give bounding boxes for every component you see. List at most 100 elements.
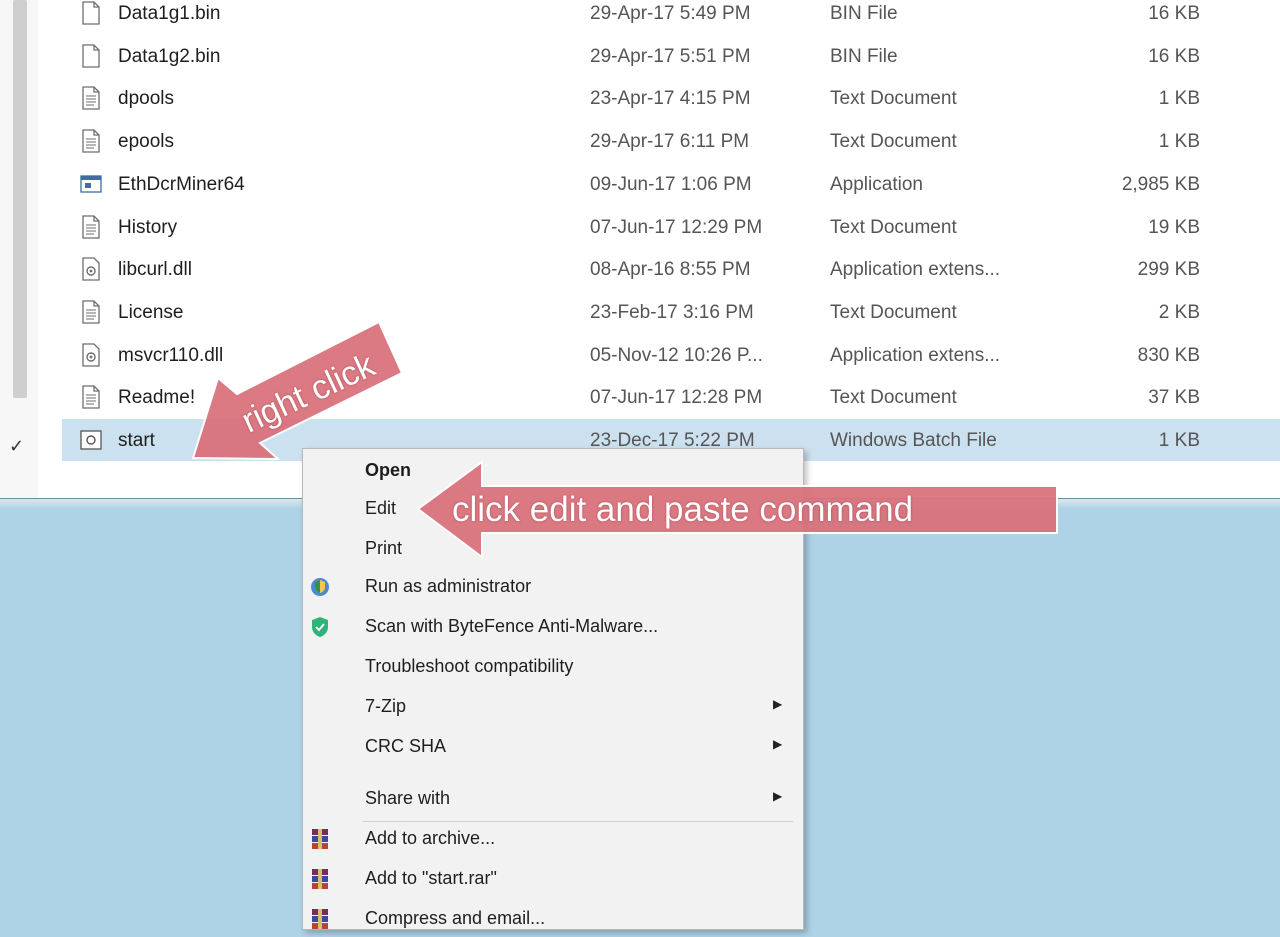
file-row[interactable]: EthDcrMiner64 09-Jun-17 1:06 PM Applicatio… <box>62 163 1280 205</box>
file-type: Text Document <box>830 88 957 110</box>
text-file-icon <box>80 214 100 239</box>
winrar-archive-icon <box>309 907 331 929</box>
submenu-arrow-icon: ▶ <box>773 697 783 711</box>
blank-file-icon <box>80 44 100 68</box>
file-type: Text Document <box>830 216 957 238</box>
menu-item-run-as-administrator[interactable]: Run as administrator <box>303 567 803 605</box>
dll-file-icon <box>80 257 100 281</box>
winrar-archive-icon <box>309 867 331 889</box>
menu-item-label: Add to "start.rar" <box>365 868 497 888</box>
menu-separator <box>363 821 793 822</box>
file-type: Windows Batch File <box>830 430 997 451</box>
file-date-modified: 29-Apr-17 5:49 PM <box>590 3 751 24</box>
menu-item-label: Edit <box>365 498 397 518</box>
file-date-modified: 07-Jun-17 12:28 PM <box>590 387 763 409</box>
file-name: Data1g1.bin <box>118 3 221 24</box>
file-size: 830 KB <box>1137 344 1200 366</box>
file-name: History <box>118 216 178 238</box>
file-name: Data1g2.bin <box>118 45 221 67</box>
file-row[interactable]: License 23-Feb-17 3:16 PM Text Document 2 K… <box>62 291 1280 333</box>
file-size: 37 KB <box>1148 387 1200 409</box>
menu-item-compress-and-email[interactable]: Compress and email... <box>303 899 803 937</box>
menu-item-7-zip[interactable]: 7-Zip ▶ <box>303 687 803 725</box>
application-icon <box>80 172 102 196</box>
file-type: Application extens... <box>830 344 1001 366</box>
file-type: Text Document <box>830 131 957 153</box>
text-file-icon <box>80 385 100 409</box>
edit-annotation: click edit and paste command <box>452 490 914 529</box>
file-row[interactable]: History 07-Jun-17 12:29 PM Text Document 19… <box>62 206 1280 248</box>
file-date-modified: 23-Feb-17 3:16 PM <box>590 301 754 323</box>
file-date-modified: 23-Apr-17 4:15 PM <box>590 88 751 110</box>
shield-icon <box>309 575 331 597</box>
file-size: 16 KB <box>1148 45 1200 67</box>
menu-item-label: Share with <box>365 788 451 808</box>
file-size: 2,985 KB <box>1121 173 1200 195</box>
file-size: 16 KB <box>1148 3 1200 24</box>
file-size: 1 KB <box>1158 131 1200 153</box>
file-date-modified: 08-Apr-16 8:55 PM <box>590 259 751 281</box>
file-date-modified: 09-Jun-17 1:06 PM <box>590 173 752 195</box>
file-type: Text Document <box>830 301 957 323</box>
file-type: BIN File <box>830 45 898 67</box>
file-name: dpools <box>118 88 174 110</box>
file-row[interactable]: msvcr110.dll 05-Nov-12 10:26 P... Applicat… <box>62 334 1280 376</box>
file-type: Application extens... <box>830 259 1001 281</box>
file-size: 1 KB <box>1158 88 1200 110</box>
file-size: 2 KB <box>1158 301 1200 323</box>
text-file-icon <box>80 300 100 324</box>
text-file-icon <box>80 129 100 153</box>
file-type: Application <box>830 173 923 195</box>
menu-item-open[interactable]: Open <box>303 451 803 489</box>
menu-item-label: Scan with ByteFence Anti-Malware... <box>365 616 659 636</box>
menu-item-label: Add to archive... <box>365 828 496 848</box>
file-size: 1 KB <box>1158 430 1200 451</box>
file-list-pane: ✓ Data1g1.bin 29-Apr-17 5:49 PM BIN File 16… <box>0 0 1280 498</box>
menu-item-label: 7-Zip <box>365 696 407 716</box>
file-date-modified: 29-Apr-17 6:11 PM <box>590 131 750 153</box>
vertical-scrollbar[interactable] <box>0 0 38 498</box>
submenu-arrow-icon: ▶ <box>773 789 783 803</box>
file-name: Readme! <box>118 387 196 409</box>
file-row[interactable]: dpools 23-Apr-17 4:15 PM Text Document 1 KB <box>62 77 1280 119</box>
menu-item-label: Print <box>365 538 403 558</box>
menu-item-label: Compress and email... <box>365 908 546 928</box>
menu-item-troubleshoot-compatibility[interactable]: Troubleshoot compatibility <box>303 647 803 685</box>
file-row[interactable]: Data1g1.bin 29-Apr-17 5:49 PM BIN File 16 K… <box>62 0 1280 34</box>
menu-item-scan-with-bytefence-anti-malware[interactable]: Scan with ByteFence Anti-Malware... <box>303 607 803 645</box>
winrar-archive-icon <box>309 827 331 849</box>
file-size: 299 KB <box>1137 259 1200 281</box>
checkbox-icon[interactable]: ✓ <box>9 436 24 457</box>
menu-item-print[interactable]: Print <box>303 529 803 567</box>
file-size: 19 KB <box>1148 216 1200 238</box>
scrollbar-thumb[interactable] <box>13 0 27 398</box>
file-type: Text Document <box>830 387 957 409</box>
bytefence-shield-icon <box>309 615 331 637</box>
menu-item-share-with[interactable]: Share with ▶ <box>303 779 803 817</box>
dll-file-icon <box>80 342 100 367</box>
menu-item-add-to-start-rar[interactable]: Add to "start.rar" <box>303 859 803 897</box>
blank-file-icon <box>80 1 100 25</box>
file-date-modified: 29-Apr-17 5:51 PM <box>590 45 751 67</box>
file-type: BIN File <box>830 3 898 24</box>
file-row[interactable]: Data1g2.bin 29-Apr-17 5:51 PM BIN File 16 K… <box>62 35 1280 77</box>
file-name: msvcr110.dll <box>118 344 224 366</box>
menu-item-label: Troubleshoot compatibility <box>365 656 574 676</box>
file-name: epools <box>118 131 174 153</box>
file-name: License <box>118 301 184 323</box>
menu-item-label: Run as administrator <box>365 576 532 596</box>
menu-item-label: CRC SHA <box>365 736 447 756</box>
submenu-arrow-icon: ▶ <box>773 737 783 751</box>
file-date-modified: 05-Nov-12 10:26 P... <box>590 344 763 366</box>
file-row[interactable]: libcurl.dll 08-Apr-16 8:55 PM Application … <box>62 248 1280 290</box>
file-name: EthDcrMiner64 <box>118 173 245 195</box>
menu-item-add-to-archive[interactable]: Add to archive... <box>303 819 803 857</box>
file-date-modified: 07-Jun-17 12:29 PM <box>590 216 763 238</box>
menu-item-label: Open <box>365 460 412 480</box>
file-row[interactable]: epools 29-Apr-17 6:11 PM Text Document 1 KB <box>62 120 1280 162</box>
menu-item-crc-sha[interactable]: CRC SHA ▶ <box>303 727 803 765</box>
batch-file-icon <box>80 428 102 452</box>
file-name: libcurl.dll <box>118 259 192 281</box>
text-file-icon <box>80 86 100 111</box>
file-name: start <box>118 430 155 451</box>
